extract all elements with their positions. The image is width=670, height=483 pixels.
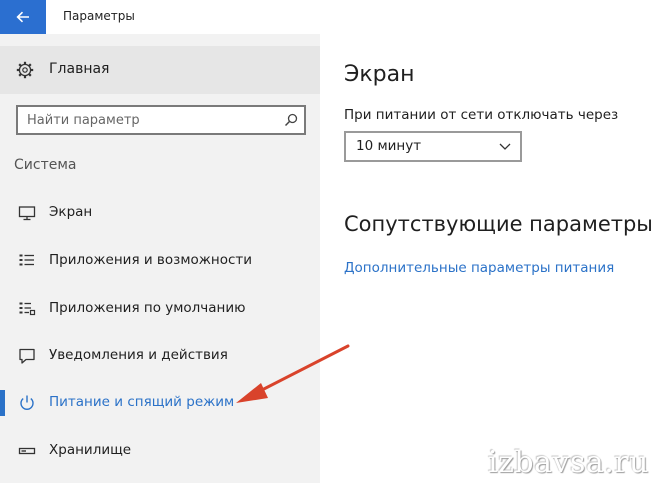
section-heading-display: Экран: [344, 62, 415, 87]
home-label: Главная: [49, 61, 110, 77]
sidebar-item-storage[interactable]: Хранилище: [0, 428, 320, 474]
back-button[interactable]: [0, 0, 46, 34]
screen-timeout-label: При питании от сети отключать через: [344, 107, 619, 123]
sidebar-item-label: Питание и спящий режим: [49, 394, 235, 410]
additional-power-settings-link[interactable]: Дополнительные параметры питания: [344, 260, 614, 276]
sidebar-item-label: Экран: [49, 204, 93, 220]
section-heading-related: Сопутствующие параметры: [344, 212, 653, 236]
home-button[interactable]: Главная: [0, 46, 320, 94]
window-title: Параметры: [63, 9, 135, 23]
dropdown-value: 10 минут: [356, 138, 422, 154]
watermark: izbavsa.ru: [488, 445, 649, 480]
sidebar-item-display[interactable]: Экран: [0, 190, 320, 236]
main-content: Экран При питании от сети отключать чере…: [320, 34, 670, 483]
title-bar: Параметры: [0, 0, 670, 34]
sidebar-item-power-sleep[interactable]: Питание и спящий режим: [0, 380, 320, 426]
search-input[interactable]: [18, 107, 278, 133]
sidebar-item-default-apps[interactable]: Приложения по умолчанию: [0, 286, 320, 332]
notification-icon: [19, 348, 35, 364]
search-icon[interactable]: [284, 113, 298, 127]
power-icon: [20, 395, 34, 410]
arrow-left-icon: [16, 11, 29, 23]
sidebar-item-label: Хранилище: [49, 442, 132, 458]
search-box[interactable]: [16, 105, 306, 135]
section-label: Система: [14, 157, 77, 173]
chevron-down-icon: [499, 143, 511, 150]
sidebar-item-label: Приложения по умолчанию: [49, 300, 246, 316]
monitor-icon: [18, 206, 36, 221]
sidebar-item-label: Приложения и возможности: [49, 252, 253, 268]
active-indicator: [0, 390, 5, 416]
sidebar-item-apps-features[interactable]: Приложения и возможности: [0, 238, 320, 284]
sidebar-item-notifications[interactable]: Уведомления и действия: [0, 333, 320, 379]
sidebar: Главная Система Экран Приложения и возмо…: [0, 34, 320, 483]
list-icon: [19, 254, 34, 266]
sidebar-item-label: Уведомления и действия: [49, 347, 228, 363]
default-apps-icon: [19, 302, 36, 316]
storage-icon: [18, 447, 36, 455]
gear-icon: [16, 61, 34, 79]
screen-timeout-dropdown[interactable]: 10 минут: [344, 131, 522, 162]
